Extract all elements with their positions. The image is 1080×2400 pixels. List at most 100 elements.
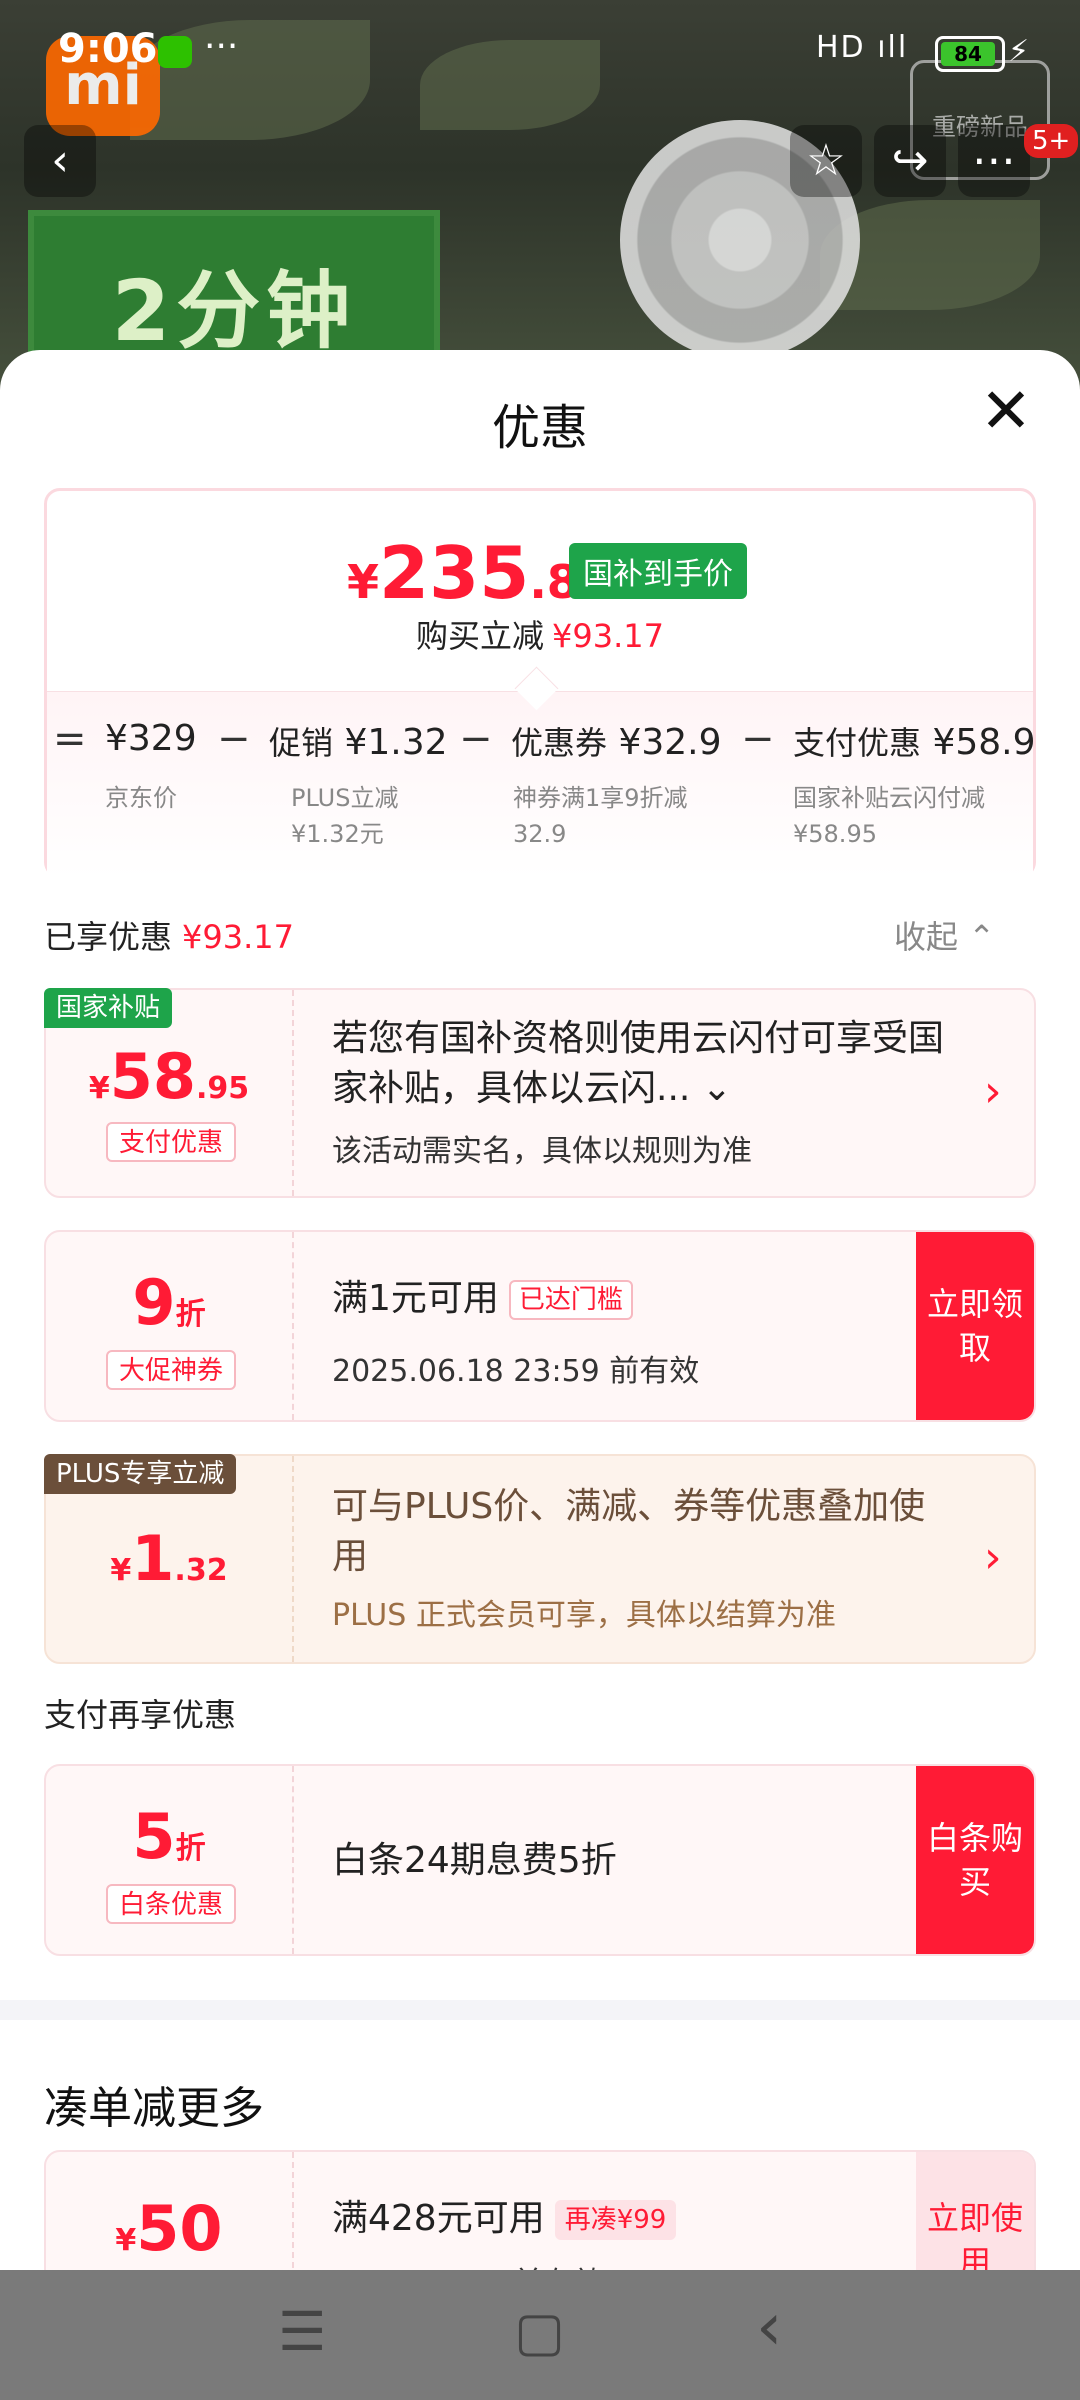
bundle-coupon-card: ¥50 满428元可用再凑¥99 2025.06.20 前有效 立即使用	[44, 2150, 1036, 2270]
favorite-icon[interactable]: ☆	[790, 125, 862, 197]
offer-description: 满1元可用 已达门槛	[332, 1274, 633, 1324]
currency-symbol: ¥	[115, 2223, 137, 2258]
value-dec: .32	[174, 1553, 228, 1588]
enjoyed-discount: 已享优惠 ¥93.17	[44, 912, 294, 958]
enjoyed-amount: ¥93.17	[182, 918, 294, 956]
offer-tag: 支付优惠	[106, 1122, 236, 1162]
system-nav-bar: ☰ ▢ ‹	[0, 2270, 1080, 2400]
offer-expiry: 2025.06.18 23:59 前有效	[332, 1354, 700, 1389]
reduce-line: 购买立减 ¥93.17	[47, 611, 1033, 657]
currency-symbol: ¥	[88, 1071, 110, 1106]
chevron-right-icon[interactable]: ›	[984, 1066, 1002, 1117]
reduce-amount: ¥93.17	[552, 617, 664, 655]
collapse-toggle[interactable]: 收起 ⌃	[894, 912, 995, 958]
breakdown-label: 优惠券	[511, 724, 608, 762]
offer-tag: 白条优惠	[106, 1884, 236, 1924]
value-int: 1	[131, 1522, 175, 1595]
operator: −	[459, 716, 493, 762]
coupon-card: 9折 大促神券 满1元可用 已达门槛 2025.06.18 23:59 前有效 立…	[44, 1230, 1036, 1422]
threshold-met-tag: 已达门槛	[508, 1280, 633, 1320]
price-breakdown: = ¥329 京东价 − 促销 ¥1.32 PLUS立减 ¥1.32元 − 优惠券…	[47, 691, 1033, 878]
offer-note: PLUS 正式会员可享，具体以结算为准	[332, 1598, 836, 1633]
offer-description: 可与PLUS价、满减、券等优惠叠加使用	[332, 1486, 926, 1577]
value-dec: .95	[196, 1071, 250, 1106]
offer-value: 5折	[46, 1800, 292, 1873]
share-icon[interactable]: ↪	[874, 125, 946, 197]
breakdown-sub-line: PLUS立减	[291, 784, 399, 812]
subsidy-corner-tag: 国家补贴	[44, 988, 173, 1028]
offer-note: 该活动需实名，具体以规则为准	[332, 1134, 752, 1169]
breakdown-item: 促销 ¥1.32	[269, 718, 448, 764]
coupon-threshold: 满428元可用	[332, 2198, 545, 2239]
subsidy-offer-card[interactable]: ¥58.95 支付优惠 若您有国补资格则使用云闪付可享受国家补贴，具体以云闪..…	[44, 988, 1036, 1198]
wechat-icon	[158, 36, 192, 68]
offer-value: ¥50	[46, 2192, 292, 2265]
enjoyed-label: 已享优惠	[44, 918, 173, 956]
pay-section-title: 支付再享优惠	[44, 1696, 237, 1734]
charging-icon: ⚡	[1008, 34, 1030, 69]
collapse-label: 收起	[894, 918, 959, 956]
breakdown-sub: PLUS立减 ¥1.32元	[291, 780, 398, 852]
breakdown-value: ¥329	[105, 718, 197, 759]
section-divider	[0, 2000, 1080, 2020]
plus-corner-tag: PLUS专享立减	[44, 1454, 237, 1494]
operator: −	[741, 716, 775, 762]
use-coupon-button[interactable]: 立即使用	[916, 2152, 1034, 2270]
status-bar: 9:06 ··· HD ıll 84 ⚡	[0, 0, 1080, 104]
breakdown-sub-line: ¥1.32元	[291, 820, 384, 848]
operator: −	[217, 716, 251, 762]
chevron-up-icon: ⌃	[968, 918, 995, 956]
breakdown-sub: 国家补贴云闪付减 ¥58.95	[793, 780, 985, 852]
notification-count: 5+	[1024, 124, 1079, 158]
breakdown-sub: 京东价	[105, 780, 177, 816]
subsidy-tag: 国补到手价	[569, 543, 747, 599]
claim-coupon-button[interactable]: 立即领取	[916, 1232, 1034, 1420]
currency-symbol: ¥	[110, 1553, 132, 1588]
menu-icon[interactable]: ☰	[278, 2300, 326, 2363]
value-int: 9	[132, 1266, 176, 1339]
offer-value-panel: 9折 大促神券	[46, 1232, 294, 1420]
battery-icon: 84	[935, 36, 1005, 72]
price-summary: ¥235.83 国补到手价 购买立减¥93.17 = ¥329 京东价 − 促销…	[44, 488, 1036, 878]
breakdown-value: ¥1.32	[344, 722, 448, 763]
breakdown-sub-line: 京东价	[105, 784, 177, 812]
offer-description: 白条24期息费5折	[332, 1840, 617, 1881]
breakdown-item: 优惠券 ¥32.9	[511, 718, 722, 764]
status-time: 9:06	[58, 26, 158, 72]
home-icon[interactable]: ▢	[514, 2300, 565, 2363]
breakdown-sub-line: 32.9	[513, 820, 567, 848]
close-icon[interactable]: ✕	[980, 380, 1032, 442]
value-int: 5	[132, 1800, 176, 1873]
baitiao-buy-button[interactable]: 白条购买	[916, 1766, 1034, 1954]
reduce-label: 购买立减	[416, 617, 545, 655]
sheet-title: 优惠	[491, 400, 588, 456]
coupon-threshold: 满1元可用	[332, 1278, 499, 1319]
offer-expiry: 2025.06.20 前有效	[332, 2258, 603, 2270]
back-icon[interactable]: ‹	[24, 125, 96, 197]
breakdown-item: ¥329	[105, 718, 197, 759]
currency-symbol: ¥	[347, 555, 380, 609]
breakdown-item: 支付优惠 ¥58.95	[793, 718, 1033, 764]
breakdown-value: ¥32.9	[618, 722, 722, 763]
offer-value-panel: ¥50	[46, 2152, 294, 2270]
discount-sheet: 优惠 ✕ ¥235.83 国补到手价 购买立减¥93.17 = ¥329 京东价…	[0, 350, 1080, 2270]
breakdown-sub: 神券满1享9折减 32.9	[513, 780, 688, 852]
breakdown-sub-line: ¥58.95	[793, 820, 877, 848]
offer-value-panel: 5折 白条优惠	[46, 1766, 294, 1954]
breakdown-label: 促销	[269, 724, 334, 762]
value-int: 58	[109, 1040, 196, 1113]
offer-description: 若您有国补资格则使用云闪付可享受国家补贴，具体以云闪... ⌄	[332, 1018, 945, 1109]
breakdown-sub-line: 国家补贴云闪付减	[793, 784, 985, 812]
value-unit: 折	[175, 1297, 206, 1332]
back-nav-icon[interactable]: ‹	[756, 2288, 782, 2365]
baitiao-offer-card: 5折 白条优惠 白条24期息费5折 白条购买	[44, 1764, 1036, 1956]
price-integer: 235	[379, 531, 530, 615]
more-icon[interactable]: ⋯	[958, 125, 1030, 197]
offer-value: ¥58.95	[46, 1040, 292, 1113]
breakdown-sub-line: 神券满1享9折减	[513, 784, 688, 812]
signal-icon: HD ıll	[816, 30, 909, 65]
more-notifications-icon: ···	[204, 26, 239, 67]
more-section-title: 凑单减更多	[44, 2083, 264, 2134]
operator: =	[53, 716, 87, 762]
chevron-right-icon[interactable]: ›	[984, 1532, 1002, 1583]
